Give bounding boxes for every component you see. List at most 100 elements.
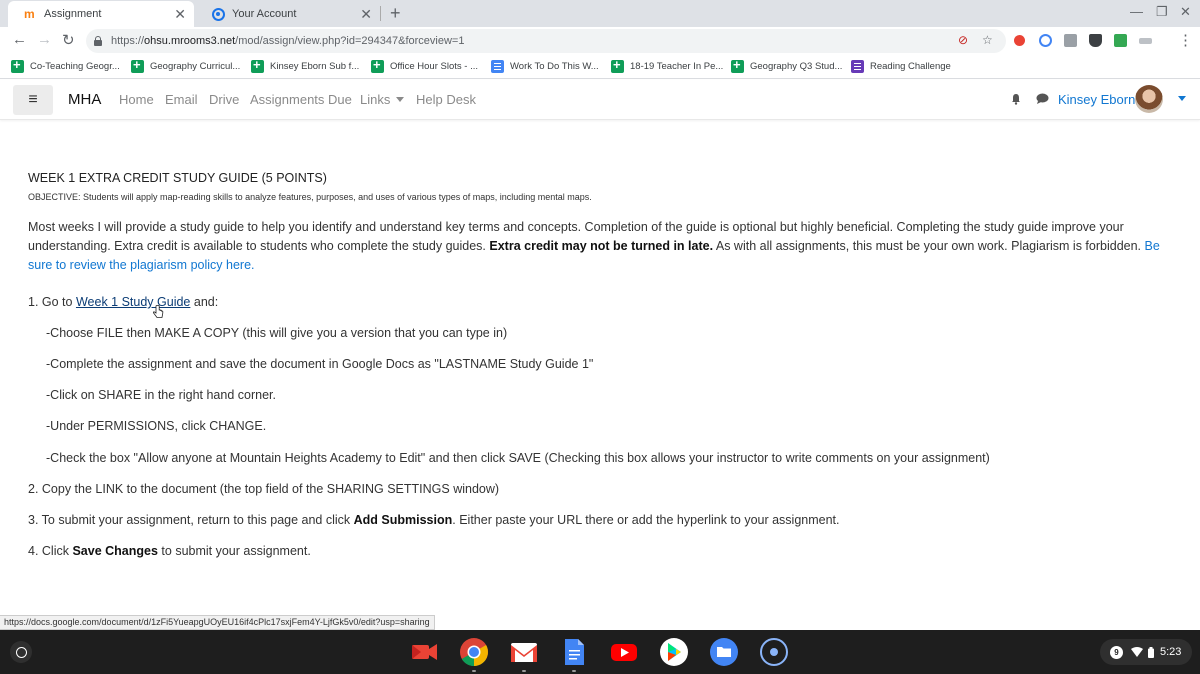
extension-red-icon[interactable] bbox=[1014, 35, 1025, 46]
running-indicator bbox=[522, 670, 526, 672]
nav-link-home[interactable]: Home bbox=[119, 92, 154, 107]
step-2: 2. Copy the LINK to the document (the to… bbox=[28, 482, 500, 496]
intro-tail-text: As with all assignments, this must be yo… bbox=[715, 239, 1142, 253]
bookmark-item[interactable]: Kinsey Eborn Sub f... bbox=[251, 57, 360, 73]
substep-permissions: -Under PERMISSIONS, click CHANGE. bbox=[46, 419, 267, 433]
reload-icon[interactable]: ↻ bbox=[62, 31, 75, 49]
address-bar[interactable]: https://ohsu.mrooms3.net/mod/assign/view… bbox=[86, 29, 1006, 53]
url-host: ohsu.mrooms3.net bbox=[144, 35, 236, 47]
bookmark-item[interactable]: Work To Do This W... bbox=[491, 60, 599, 73]
url-path: /mod/assign/view.php?id=294347&forceview… bbox=[235, 35, 465, 47]
moodle-favicon-icon: m bbox=[24, 6, 35, 21]
launcher-icon[interactable] bbox=[10, 641, 32, 663]
step-text: 4. Click bbox=[28, 544, 69, 558]
minimize-icon[interactable]: — bbox=[1130, 4, 1143, 19]
bookmarks-bar: Co-Teaching Geogr... Geography Curricul.… bbox=[0, 55, 1200, 79]
sheets-icon bbox=[731, 57, 744, 73]
new-tab-button[interactable]: + bbox=[390, 3, 401, 24]
bookmark-item[interactable]: Geography Curricul... bbox=[131, 57, 240, 73]
assignment-objective: OBJECTIVE: Students will apply map-readi… bbox=[28, 192, 592, 202]
docs-icon bbox=[491, 60, 504, 73]
step-3: 3. To submit your assignment, return to … bbox=[28, 513, 840, 527]
status-url-bubble: https://docs.google.com/document/d/1zFi5… bbox=[0, 615, 435, 630]
tab-title: Your Account bbox=[232, 8, 297, 20]
tab-assignment[interactable]: m Assignment ✕ bbox=[8, 1, 194, 27]
avatar[interactable] bbox=[1135, 85, 1163, 113]
bookmark-label: Office Hour Slots - ... bbox=[390, 61, 478, 72]
bookmark-item[interactable]: Office Hour Slots - ... bbox=[371, 57, 478, 73]
chat-bubble-icon[interactable] bbox=[1036, 93, 1049, 104]
step-text: to submit your assignment. bbox=[161, 544, 311, 558]
substep-share: -Click on SHARE in the right hand corner… bbox=[46, 388, 276, 402]
sheets-icon bbox=[251, 57, 264, 73]
bookmark-item[interactable]: Co-Teaching Geogr... bbox=[11, 57, 120, 73]
step-text: 3. To submit your assignment, return to … bbox=[28, 513, 351, 527]
add-submission-text: Add Submission bbox=[353, 513, 453, 527]
nav-link-assignments-due[interactable]: Assignments Due bbox=[250, 92, 352, 107]
extension-green-icon[interactable] bbox=[1114, 34, 1127, 47]
status-tray[interactable]: 9 5:23 bbox=[1100, 639, 1192, 665]
gmail-icon[interactable] bbox=[509, 637, 539, 667]
extension-shield-icon[interactable] bbox=[1089, 34, 1102, 47]
lock-icon bbox=[94, 36, 102, 46]
bookmark-item[interactable]: Geography Q3 Stud... bbox=[731, 57, 843, 73]
bookmark-label: Kinsey Eborn Sub f... bbox=[270, 61, 360, 72]
extension-doc-icon[interactable] bbox=[1064, 34, 1077, 47]
sheets-icon bbox=[131, 57, 144, 73]
tab-title: Assignment bbox=[44, 8, 102, 20]
chevron-down-icon bbox=[396, 97, 405, 102]
assignment-title: WEEK 1 EXTRA CREDIT STUDY GUIDE (5 POINT… bbox=[28, 171, 327, 185]
notification-count-badge: 9 bbox=[1110, 645, 1123, 659]
close-tab-icon[interactable]: ✕ bbox=[360, 6, 372, 23]
files-icon[interactable] bbox=[709, 637, 739, 667]
account-favicon-icon bbox=[212, 7, 225, 21]
back-arrow-icon[interactable]: ← bbox=[12, 31, 27, 48]
bookmark-label: Co-Teaching Geogr... bbox=[30, 61, 120, 72]
chevron-down-icon[interactable] bbox=[1178, 96, 1186, 101]
running-indicator bbox=[572, 670, 576, 672]
bookmark-star-icon[interactable]: ☆ bbox=[982, 33, 993, 47]
restore-icon[interactable]: ❐ bbox=[1156, 4, 1168, 20]
assistant-icon[interactable] bbox=[759, 637, 789, 667]
clock-time: 5:23 bbox=[1160, 646, 1182, 658]
close-tab-icon[interactable]: ✕ bbox=[174, 6, 186, 23]
step-4: 4. Click Save Changes to submit your ass… bbox=[28, 544, 311, 558]
substep-save-document: -Complete the assignment and save the do… bbox=[46, 357, 594, 371]
sheets-icon bbox=[11, 57, 24, 73]
close-window-icon[interactable]: ✕ bbox=[1180, 4, 1191, 20]
assignment-intro: Most weeks I will provide a study guide … bbox=[28, 218, 1168, 275]
docs-icon[interactable] bbox=[559, 637, 589, 667]
tab-divider bbox=[380, 6, 381, 21]
bookmark-item[interactable]: 18-19 Teacher In Pe... bbox=[611, 57, 723, 73]
nav-link-links[interactable]: Links bbox=[360, 92, 405, 107]
bookmark-label: Work To Do This W... bbox=[510, 61, 599, 72]
site-brand[interactable]: MHA bbox=[68, 91, 101, 108]
extension-circle-icon[interactable] bbox=[1039, 34, 1052, 47]
youtube-icon[interactable] bbox=[609, 637, 639, 667]
blocked-popup-icon[interactable]: ⊘ bbox=[958, 33, 968, 47]
step-text: . Either paste your URL there or add the… bbox=[452, 513, 840, 527]
hamburger-menu-icon[interactable]: ≡ bbox=[13, 85, 53, 115]
bookmark-label: Geography Q3 Stud... bbox=[750, 61, 843, 72]
week-1-study-guide-link[interactable]: Week 1 Study Guide bbox=[76, 295, 190, 309]
bookmark-item[interactable]: Reading Challenge bbox=[851, 60, 951, 73]
tab-your-account[interactable]: Your Account ✕ bbox=[196, 1, 380, 27]
kebab-menu-icon[interactable]: ⋮ bbox=[1178, 31, 1193, 49]
site-navbar: ≡ MHA Home Email Drive Assignments Due L… bbox=[0, 80, 1200, 120]
sheets-icon bbox=[371, 57, 384, 73]
substep-allow-edit: -Check the box "Allow anyone at Mountain… bbox=[46, 451, 990, 465]
bell-icon[interactable] bbox=[1010, 93, 1022, 105]
nav-link-email[interactable]: Email bbox=[165, 92, 198, 107]
intro-bold-text: Extra credit may not be turned in late. bbox=[489, 239, 714, 253]
substep-make-copy: -Choose FILE then MAKE A COPY (this will… bbox=[46, 326, 508, 340]
play-store-icon[interactable] bbox=[659, 637, 689, 667]
nav-link-drive[interactable]: Drive bbox=[209, 92, 239, 107]
screencast-icon[interactable] bbox=[409, 637, 439, 667]
bookmark-label: Reading Challenge bbox=[870, 61, 951, 72]
nav-link-help-desk[interactable]: Help Desk bbox=[416, 92, 476, 107]
chrome-icon[interactable] bbox=[459, 637, 489, 667]
url-scheme: https:// bbox=[111, 35, 145, 47]
forward-arrow-icon[interactable]: → bbox=[37, 31, 52, 48]
user-name[interactable]: Kinsey Eborn bbox=[1058, 92, 1135, 107]
extension-grey-icon[interactable] bbox=[1139, 38, 1152, 44]
